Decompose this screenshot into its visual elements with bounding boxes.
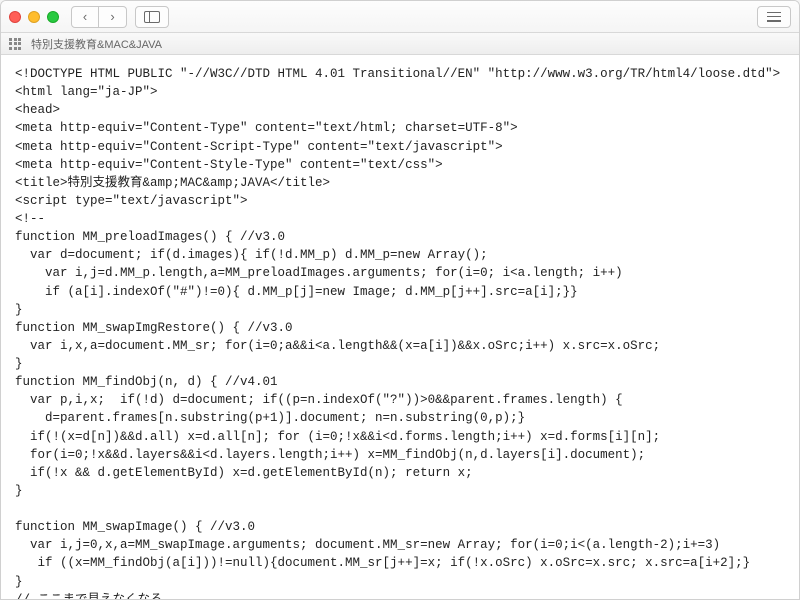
sidebar-icon — [144, 11, 160, 23]
minimize-window-button[interactable] — [28, 11, 40, 23]
toolbar: 特別支援教育&MAC&JAVA — [1, 33, 799, 55]
nav-buttons: ‹ › — [71, 6, 127, 28]
close-window-button[interactable] — [9, 11, 21, 23]
apps-grid-icon[interactable] — [9, 38, 21, 50]
menu-button[interactable] — [757, 6, 791, 28]
maximize-window-button[interactable] — [47, 11, 59, 23]
chevron-left-icon: ‹ — [83, 9, 87, 24]
titlebar: ‹ › — [1, 1, 799, 33]
source-viewport[interactable]: <!DOCTYPE HTML PUBLIC "-//W3C//DTD HTML … — [1, 55, 799, 600]
app-window: ‹ › 特別支援教育&MAC&JAVA <!DOCTYPE HTML PUBLI… — [0, 0, 800, 600]
forward-button[interactable]: › — [99, 6, 127, 28]
sidebar-toggle-button[interactable] — [135, 6, 169, 28]
source-code-text: <!DOCTYPE HTML PUBLIC "-//W3C//DTD HTML … — [15, 65, 785, 600]
hamburger-icon — [767, 12, 781, 22]
back-button[interactable]: ‹ — [71, 6, 99, 28]
chevron-right-icon: › — [110, 9, 114, 24]
toolbar-title: 特別支援教育&MAC&JAVA — [31, 36, 162, 52]
window-controls — [9, 11, 59, 23]
